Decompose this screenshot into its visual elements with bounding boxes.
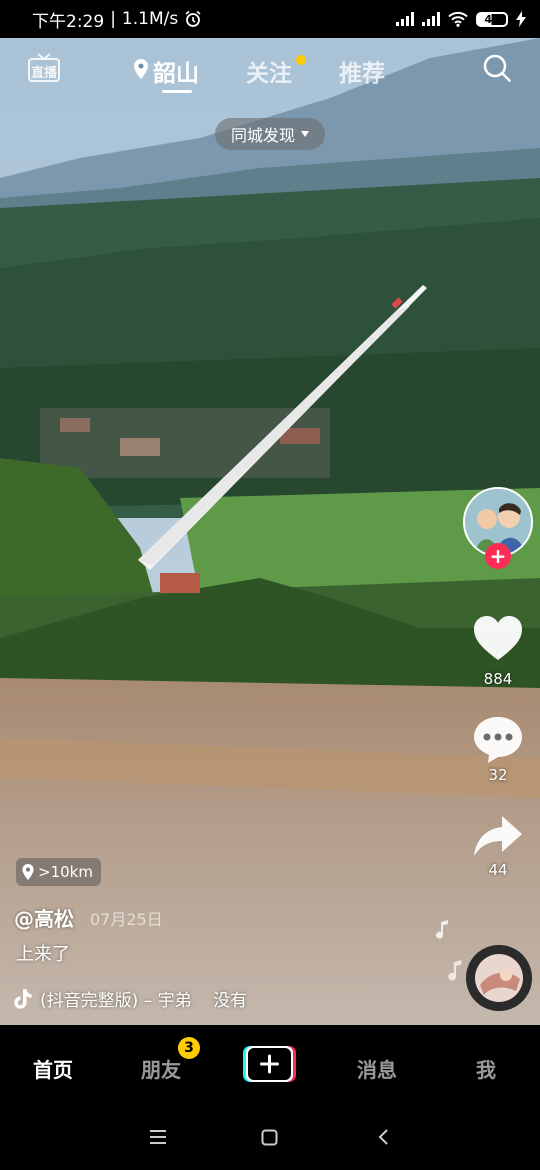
tab-following[interactable]: 关注: [246, 54, 292, 88]
charging-icon: [516, 11, 526, 27]
tab-messages[interactable]: 消息: [357, 1054, 397, 1083]
follow-button[interactable]: +: [485, 543, 511, 569]
signal-icon-2: [422, 12, 440, 26]
menu-icon[interactable]: [149, 1129, 167, 1145]
music-info[interactable]: (抖音完整版) – 宇弟 没有: [14, 986, 247, 1011]
system-navigation-bar: [0, 1105, 540, 1170]
author-name[interactable]: @高松: [14, 903, 74, 932]
location-pin-icon: [22, 864, 34, 880]
share-icon[interactable]: [472, 814, 524, 858]
battery-icon: 48: [476, 11, 508, 27]
tab-recommend[interactable]: 推荐: [339, 54, 385, 88]
tab-active-indicator: [162, 90, 192, 93]
friends-badge: 3: [178, 1037, 200, 1059]
music-note-icon: [436, 920, 448, 939]
caret-down-icon: [301, 131, 309, 137]
disc-cover-image: [466, 945, 532, 1011]
tab-friends[interactable]: 朋友: [141, 1054, 181, 1083]
tab-me[interactable]: 我: [476, 1054, 496, 1083]
location-pin-icon: [134, 59, 148, 79]
city-discover-pill[interactable]: 同城发现: [215, 118, 325, 150]
share-count: 44: [488, 861, 508, 879]
status-bar: 下午2:29 | 1.1M/s 48: [0, 0, 540, 38]
video-description: 上来了: [16, 944, 70, 965]
create-button[interactable]: [243, 1046, 296, 1082]
tab-home[interactable]: 首页: [33, 1054, 73, 1083]
search-icon[interactable]: [481, 52, 513, 84]
home-icon[interactable]: [261, 1129, 278, 1146]
network-speed: 1.1M/s: [121, 9, 179, 29]
top-nav: 直播 韶山 关注 推荐: [0, 38, 540, 102]
status-time: 下午2:29: [32, 11, 105, 32]
live-label: 直播: [31, 66, 58, 81]
post-date: 07月25日: [90, 910, 163, 929]
following-new-dot: [296, 55, 306, 65]
city-discover-label: 同城发现: [230, 126, 295, 145]
comment-count: 32: [488, 766, 508, 784]
wifi-icon: [448, 11, 468, 27]
tab-local[interactable]: 韶山: [153, 54, 199, 88]
distance-pill[interactable]: >10km: [16, 858, 101, 886]
live-button[interactable]: 直播: [27, 52, 61, 84]
like-count: 884: [483, 670, 513, 688]
tiktok-note-icon: [14, 988, 32, 1009]
comment-icon[interactable]: [472, 715, 524, 765]
status-divider: |: [110, 9, 116, 29]
signal-icon: [396, 12, 414, 26]
plus-icon: +: [489, 544, 507, 568]
music-note-icon-2: [448, 960, 462, 981]
music-disc[interactable]: [466, 945, 532, 1011]
distance-label: >10km: [38, 863, 93, 881]
alarm-icon: [185, 10, 201, 27]
heart-icon[interactable]: [472, 614, 524, 662]
bottom-tab-bar: 首页 朋友 3 消息 我: [0, 1025, 540, 1105]
music-title: (抖音完整版) – 宇弟 没有: [40, 991, 248, 1011]
back-icon[interactable]: [377, 1128, 389, 1146]
